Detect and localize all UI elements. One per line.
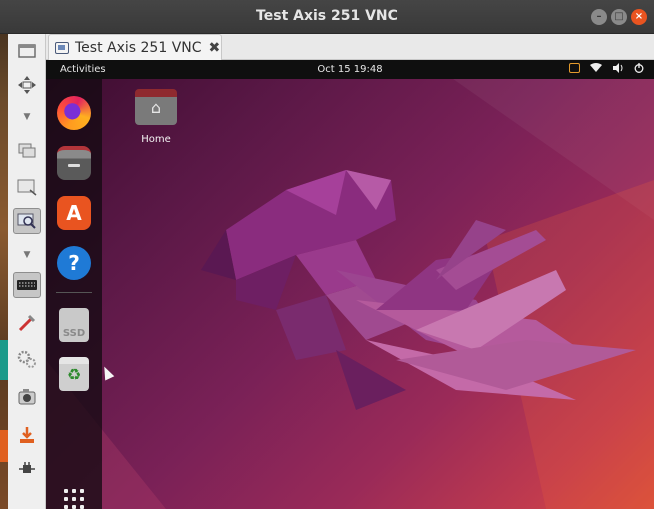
system-tray[interactable] [569, 63, 644, 73]
transfer-icon[interactable] [13, 422, 41, 448]
home-folder-icon: ⌂ [135, 89, 177, 125]
help-icon[interactable]: ? [57, 246, 91, 280]
app-grid-icon[interactable] [57, 482, 91, 509]
wifi-icon [590, 63, 602, 72]
minimize-button[interactable]: – [591, 9, 607, 25]
home-folder-label: Home [141, 134, 171, 145]
app-center-icon[interactable]: A [57, 196, 91, 230]
tab-label: Test Axis 251 VNC [75, 39, 202, 56]
files-icon[interactable] [57, 146, 91, 180]
window-title: Test Axis 251 VNC [256, 8, 398, 24]
tab-vnc-session[interactable]: Test Axis 251 VNC ✖ [48, 34, 222, 60]
new-window-icon[interactable] [13, 38, 41, 64]
jellyfish-wallpaper-art [201, 170, 636, 410]
chevron-down-icon[interactable]: ▼ [13, 110, 41, 124]
tab-bar: Test Axis 251 VNC ✖ [46, 34, 654, 60]
settings-icon[interactable] [13, 346, 41, 372]
chevron-down-icon[interactable]: ▼ [13, 248, 41, 262]
maximize-button[interactable]: □ [611, 9, 627, 25]
close-button[interactable]: × [631, 9, 647, 25]
ubuntu-dock: A ? SSD ♻ [46, 79, 102, 509]
zoom-icon[interactable] [13, 208, 41, 234]
host-icon-fragment [0, 340, 8, 380]
power-icon [634, 63, 644, 73]
plug-icon[interactable] [13, 456, 41, 482]
trash-icon[interactable]: ♻ [59, 357, 89, 391]
remote-app-icon[interactable] [569, 63, 580, 73]
desktop-home-folder[interactable]: ⌂ Home [132, 89, 180, 145]
remote-desktop-view[interactable]: Activities Oct 15 19:48 A ? SSD ♻ ⌂ Home [46, 60, 654, 509]
gnome-top-bar: Activities Oct 15 19:48 [46, 60, 654, 79]
viewer-toolbar: ▼ ▼ [8, 34, 46, 509]
clock[interactable]: Oct 15 19:48 [46, 64, 654, 75]
keyboard-icon[interactable] [13, 272, 41, 298]
dock-separator [56, 292, 92, 293]
volume-icon [613, 63, 623, 73]
host-desktop-edge [0, 0, 8, 509]
tools-icon[interactable] [13, 310, 41, 336]
host-icon-fragment [0, 430, 8, 462]
fullscreen-icon[interactable] [13, 72, 41, 98]
ssd-drive-icon[interactable]: SSD [59, 308, 89, 342]
monitor-icon [55, 41, 69, 54]
window-titlebar[interactable]: Test Axis 251 VNC – □ × [0, 0, 654, 34]
windows-icon[interactable] [13, 138, 41, 164]
firefox-icon[interactable] [57, 96, 91, 130]
tab-close-icon[interactable]: ✖ [209, 40, 221, 56]
camera-icon[interactable] [13, 384, 41, 410]
scale-icon[interactable] [13, 174, 41, 200]
